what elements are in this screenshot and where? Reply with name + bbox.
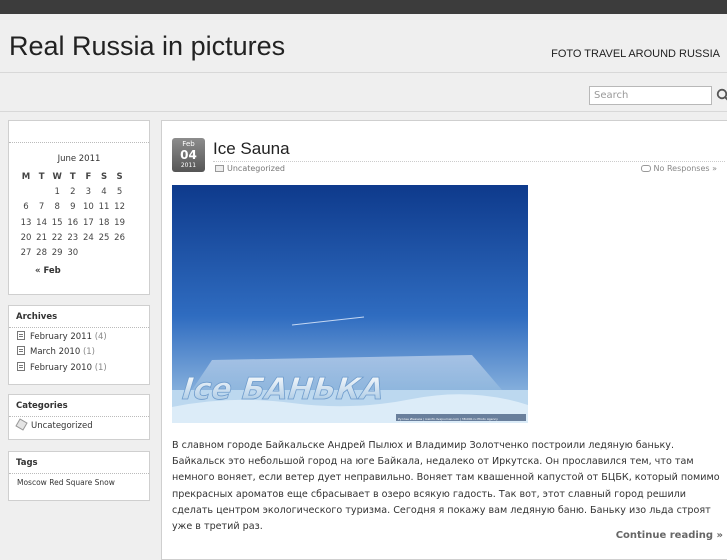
calendar-day: 24 — [82, 232, 94, 243]
site-title[interactable]: Real Russia in pictures — [9, 31, 285, 62]
calendar-day: 2 — [70, 187, 76, 198]
post-body: В славном городе Байкальске Андрей Пылюх… — [172, 440, 720, 533]
archive-item[interactable]: March 2010 (1) — [17, 346, 95, 357]
archive-icon — [17, 346, 25, 355]
calendar-day: 6 — [23, 202, 29, 213]
post-photo[interactable]: Ice БАНЬКА Руслан Имамов | iceinfo.livej… — [172, 185, 528, 423]
ice-sign-text: Ice БАНЬКА — [181, 372, 386, 407]
calendar-day: 7 — [38, 202, 45, 213]
calendar-day: 8 — [54, 202, 60, 213]
header-divider — [0, 72, 727, 73]
archive-item[interactable]: February 2010 (1) — [17, 362, 107, 373]
calendar-day: 12 — [114, 202, 125, 213]
calendar-day: 22 — [51, 232, 63, 243]
calendar-day: 28 — [36, 248, 47, 258]
calendar-day: 20 — [20, 232, 32, 243]
tag-link[interactable]: Moscow — [17, 478, 47, 487]
calendar-day: 3 — [85, 187, 92, 198]
calendar-day: 4 — [101, 187, 107, 198]
archive-icon — [17, 331, 25, 340]
archive-item[interactable]: February 2011 (4) — [17, 331, 107, 342]
calendar-day: 23 — [67, 232, 79, 243]
calendar-weekday: W — [52, 172, 62, 182]
calendar-weekday: F — [85, 172, 92, 182]
calendar-day: 16 — [67, 217, 79, 228]
calendar-day: 10 — [82, 202, 94, 213]
tag-link[interactable]: Snow — [95, 478, 115, 487]
calendar-day: 14 — [36, 217, 47, 228]
calendar-caption: June 2011 — [57, 154, 101, 164]
post-responses-link[interactable]: No Responses » — [640, 164, 717, 173]
calendar-prev-link[interactable]: « Feb — [35, 266, 61, 276]
calendar-weekday: S — [116, 172, 123, 182]
tag-link[interactable]: Red Square — [49, 478, 92, 487]
top-bar — [0, 0, 727, 14]
calendar-day: 21 — [36, 232, 47, 243]
date-badge: Feb 04 2011 — [172, 138, 205, 172]
calendar-weekday: T — [38, 172, 45, 182]
post-title[interactable]: Ice Sauna — [213, 139, 290, 159]
archives-widget: Archives February 2011 (4) March 2010 (1… — [8, 305, 150, 385]
folder-icon — [215, 165, 224, 172]
post-title-divider — [213, 161, 725, 162]
photo-credit: Руслан Имамов | iceinfo.livejournal.com … — [398, 417, 498, 421]
calendar-day: 19 — [114, 217, 125, 228]
categories-widget: Categories Uncategorized — [8, 394, 150, 440]
calendar-day: 9 — [70, 202, 76, 213]
calendar-day: 30 — [67, 248, 79, 258]
categories-title: Categories — [9, 395, 149, 417]
calendar-day: 13 — [20, 217, 32, 228]
continue-reading-link[interactable]: Continue reading » — [616, 530, 723, 541]
search-icon[interactable] — [716, 88, 727, 102]
calendar-day: 1 — [54, 187, 60, 198]
calendar-day: 26 — [114, 232, 125, 243]
tag-cloud: Moscow Red Square Snow — [17, 478, 115, 487]
calendar-day: 5 — [116, 187, 123, 198]
calendar-weekday: S — [100, 172, 108, 182]
archive-icon — [17, 362, 25, 371]
tags-widget: Tags Moscow Red Square Snow — [8, 451, 150, 501]
calendar-widget-header — [9, 121, 149, 143]
tag-icon — [15, 418, 28, 431]
comment-icon — [640, 165, 651, 172]
calendar-day: 27 — [20, 248, 32, 258]
search-divider — [0, 111, 727, 112]
category-item[interactable]: Uncategorized — [15, 418, 93, 431]
calendar-widget: June 2011 M T W T F S S 1 2 3 4 5 6 7 8 9 10 11 12 13 14 15 16… — [8, 120, 150, 295]
calendar-day: 18 — [98, 217, 110, 228]
calendar-day: 25 — [98, 232, 110, 243]
site-tagline: FOTO TRAVEL AROUND RUSSIA — [551, 48, 720, 60]
calendar-day: 29 — [51, 248, 63, 258]
tags-title: Tags — [9, 452, 149, 474]
calendar-day: 15 — [51, 217, 63, 228]
calendar-day: 11 — [98, 202, 110, 213]
calendar-weekday: T — [69, 172, 76, 182]
post-category[interactable]: Uncategorized — [215, 164, 285, 173]
search-input[interactable]: Search — [589, 86, 712, 105]
archives-title: Archives — [9, 306, 149, 328]
calendar-day: 17 — [82, 217, 94, 228]
calendar-weekday: M — [21, 172, 31, 182]
